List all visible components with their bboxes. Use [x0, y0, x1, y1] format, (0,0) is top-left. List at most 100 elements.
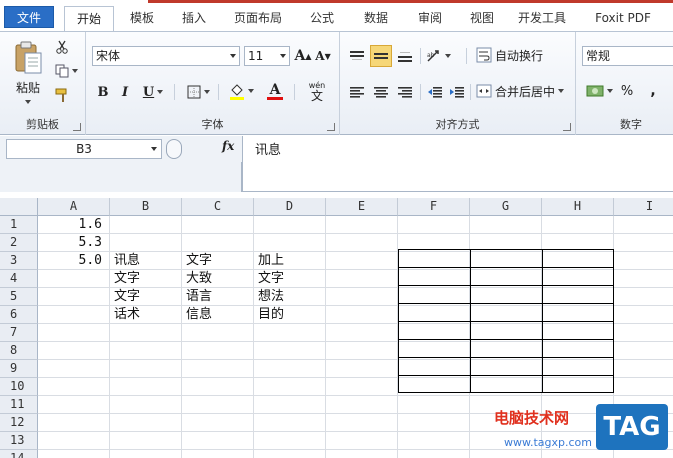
paste-button[interactable]: 粘贴: [8, 36, 48, 108]
row-header-3[interactable]: 3: [0, 252, 38, 270]
formula-bar-splitter[interactable]: [166, 139, 182, 159]
fill-bucket-icon: [229, 84, 244, 100]
font-launcher-icon[interactable]: [327, 123, 335, 131]
tab-view[interactable]: 视图: [460, 6, 504, 32]
format-painter-button[interactable]: [52, 86, 72, 104]
name-box[interactable]: B3: [6, 139, 162, 159]
row-header-7[interactable]: 7: [0, 324, 38, 342]
comma-style-button[interactable]: ,: [644, 80, 662, 102]
formula-input[interactable]: 讯息: [242, 136, 673, 191]
separator: [470, 84, 471, 100]
cut-button[interactable]: [52, 38, 72, 56]
borders-icon: [187, 85, 200, 99]
cell-c5[interactable]: 语言: [186, 288, 212, 306]
tab-insert[interactable]: 插入: [174, 6, 214, 32]
column-header-c[interactable]: C: [182, 198, 254, 216]
row-header-9[interactable]: 9: [0, 360, 38, 378]
font-group-label: 字体: [201, 118, 224, 131]
font-name-select[interactable]: 宋体: [92, 46, 240, 66]
select-all-corner[interactable]: [0, 198, 38, 216]
wrap-text-button[interactable]: 自动换行: [476, 44, 572, 66]
align-center-button[interactable]: [370, 82, 392, 102]
cell-a2[interactable]: 5.3: [38, 234, 102, 252]
insert-function-icon[interactable]: fx: [222, 139, 234, 153]
row-header-11[interactable]: 11: [0, 396, 38, 414]
cell-b4[interactable]: 文字: [114, 270, 140, 288]
row-header-4[interactable]: 4: [0, 270, 38, 288]
alignment-group-label: 对齐方式: [435, 118, 480, 131]
align-top-button[interactable]: [346, 46, 368, 66]
underline-button[interactable]: U: [140, 82, 166, 102]
tab-formulas[interactable]: 公式: [300, 6, 344, 32]
cell-d4[interactable]: 文字: [258, 270, 284, 288]
percent-button[interactable]: %: [618, 80, 636, 102]
row-header-5[interactable]: 5: [0, 288, 38, 306]
row-header-1[interactable]: 1: [0, 216, 38, 234]
cell-d3[interactable]: 加上: [258, 252, 284, 270]
cell-c6[interactable]: 信息: [186, 306, 212, 324]
phonetic-button[interactable]: wén 文: [300, 78, 334, 104]
shrink-font-icon: A: [315, 49, 325, 63]
number-format-select[interactable]: 常规: [582, 46, 673, 66]
row-header-13[interactable]: 13: [0, 432, 38, 450]
row-header-8[interactable]: 8: [0, 342, 38, 360]
tab-developer[interactable]: 开发工具: [510, 6, 574, 32]
tab-template[interactable]: 模板: [122, 6, 162, 32]
bold-button[interactable]: B: [94, 82, 112, 102]
cell-b6[interactable]: 话术: [114, 306, 140, 324]
tab-foxit-pdf[interactable]: Foxit PDF: [588, 6, 658, 32]
grow-font-button[interactable]: A ▲: [294, 46, 312, 66]
row-header-2[interactable]: 2: [0, 234, 38, 252]
column-header-b[interactable]: B: [110, 198, 182, 216]
separator: [420, 84, 421, 100]
merge-center-button[interactable]: 合并后居中: [476, 80, 572, 102]
copy-button[interactable]: [52, 62, 80, 80]
column-header-f[interactable]: F: [398, 198, 470, 216]
cell-a3[interactable]: 5.0: [38, 252, 102, 270]
row-header-6[interactable]: 6: [0, 306, 38, 324]
column-header-g[interactable]: G: [470, 198, 542, 216]
font-size-select[interactable]: 11: [244, 46, 290, 66]
borders-button[interactable]: [184, 82, 212, 102]
underline-icon: U: [142, 84, 155, 100]
font-color-button[interactable]: A: [260, 80, 290, 102]
orientation-button[interactable]: ab: [424, 46, 452, 66]
row-header-12[interactable]: 12: [0, 414, 38, 432]
cell-b5[interactable]: 文字: [114, 288, 140, 306]
italic-button[interactable]: I: [116, 82, 134, 102]
tab-data[interactable]: 数据: [354, 6, 398, 32]
align-left-button[interactable]: [346, 82, 368, 102]
tab-review[interactable]: 审阅: [408, 6, 452, 32]
cell-b3[interactable]: 讯息: [114, 252, 140, 270]
font-name-value: 宋体: [96, 49, 121, 63]
column-header-a[interactable]: A: [38, 198, 110, 216]
tab-file[interactable]: 文件: [4, 6, 54, 28]
cell-a1[interactable]: 1.6: [38, 216, 102, 234]
column-header-d[interactable]: D: [254, 198, 326, 216]
font-color-icon: A: [269, 81, 281, 98]
clipboard-launcher-icon[interactable]: [73, 123, 81, 131]
align-left-icon: [350, 87, 364, 98]
accounting-format-button[interactable]: [584, 80, 614, 102]
row-header-14[interactable]: 14: [0, 450, 38, 458]
increase-indent-button[interactable]: [446, 82, 468, 102]
fill-color-button[interactable]: [226, 80, 256, 102]
cell-c3[interactable]: 文字: [186, 252, 212, 270]
column-header-h[interactable]: H: [542, 198, 614, 216]
column-header-e[interactable]: E: [326, 198, 398, 216]
bordered-range-f3-h10[interactable]: [398, 249, 614, 393]
cell-d6[interactable]: 目的: [258, 306, 284, 324]
column-header-i[interactable]: I: [614, 198, 673, 216]
tab-page-layout[interactable]: 页面布局: [228, 6, 288, 32]
align-right-button[interactable]: [394, 82, 416, 102]
cell-c4[interactable]: 大致: [186, 270, 212, 288]
alignment-launcher-icon[interactable]: [563, 123, 571, 131]
decrease-indent-button[interactable]: [424, 82, 446, 102]
align-bottom-button[interactable]: [394, 46, 416, 66]
tab-home[interactable]: 开始: [64, 6, 114, 33]
align-middle-button[interactable]: [370, 45, 392, 67]
shrink-font-button[interactable]: A ▼: [314, 46, 332, 66]
row-header-10[interactable]: 10: [0, 378, 38, 396]
cell-d5[interactable]: 想法: [258, 288, 284, 306]
format-painter-icon: [55, 88, 67, 102]
